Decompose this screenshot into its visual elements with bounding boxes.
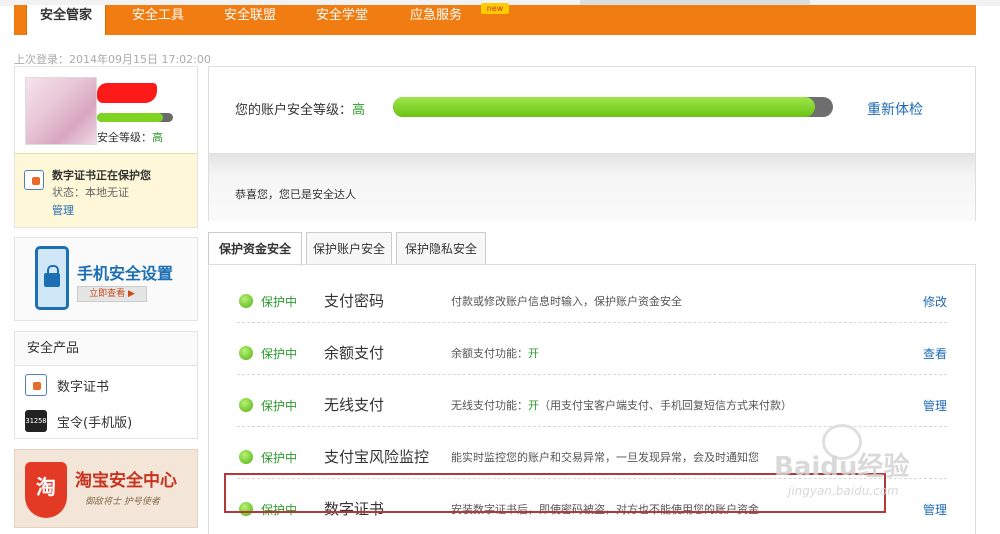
- profile-card: 安全等级：高 数字证书正在保护您 状态：本地无证 管理: [14, 66, 198, 228]
- security-products-header: 安全产品: [15, 332, 197, 366]
- nav-tab-security-tools[interactable]: 安全工具: [118, 5, 198, 35]
- list-item: 保护中 无线支付 无线支付功能：开（用支付宝客户端支付、手机回复短信方式来付款）…: [237, 375, 947, 427]
- lock-icon: [44, 265, 60, 287]
- item-description: 余额支付功能：开: [451, 345, 539, 361]
- account-level-text: 您的账户安全等级：高: [235, 99, 365, 118]
- tab-protect-privacy[interactable]: 保护隐私安全: [396, 232, 486, 265]
- nav-tab-security-school[interactable]: 安全学堂: [302, 5, 382, 35]
- account-security-bar-fill: [393, 97, 816, 117]
- item-name: 支付密码: [324, 292, 385, 310]
- item-description: 无线支付功能：开（用支付宝客户端支付、手机回复短信方式来付款）: [451, 397, 792, 413]
- taobao-security-center-banner[interactable]: 淘 淘宝安全中心 御敌将士 护号使者: [14, 449, 198, 528]
- list-item: 保护中 余额支付 余额支付功能：开 查看: [237, 323, 947, 375]
- status-text: 保护中: [261, 295, 298, 309]
- status-text: 保护中: [261, 399, 298, 413]
- certificate-state: 状态：本地无证: [52, 186, 129, 199]
- status-dot-icon: [239, 450, 253, 464]
- desc-text: 余额支付功能：: [451, 347, 528, 360]
- desc-text: 能实时监控您的账户和交易异常，一旦发现异常，会及时通知您: [451, 451, 759, 464]
- token-icon: 31258: [25, 410, 47, 432]
- watermark-title: Baidu经验: [774, 452, 910, 482]
- item-name: 无线支付: [324, 396, 385, 414]
- account-level-value: 高: [352, 103, 366, 118]
- tab-protect-account[interactable]: 保护账户安全: [306, 232, 392, 265]
- security-products-panel: 安全产品 数字证书 31258 宝令(手机版): [14, 331, 198, 439]
- recheck-link[interactable]: 重新体检: [867, 99, 923, 119]
- desc-highlight: 开: [528, 399, 539, 412]
- taobao-title: 淘宝安全中心: [75, 471, 177, 491]
- view-now-button[interactable]: 立即查看 ▶: [77, 286, 147, 302]
- account-security-bar: [393, 97, 833, 117]
- baidu-watermark: Baidu经验 jingyan.baidu.com: [760, 424, 990, 504]
- avatar[interactable]: [25, 77, 97, 145]
- phone-lock-icon: [35, 246, 69, 310]
- security-level-bar-small: [97, 113, 173, 122]
- security-level-text: 安全等级：高: [97, 129, 163, 145]
- security-level-bar-fill: [97, 113, 164, 122]
- congrats-text: 恭喜您，您已是安全达人: [235, 188, 356, 201]
- account-level-label: 您的账户安全等级：: [235, 103, 353, 118]
- status-dot-icon: [239, 294, 253, 308]
- desc-highlight: 开: [528, 347, 539, 360]
- modify-link[interactable]: 修改: [923, 293, 947, 310]
- item-name: 余额支付: [324, 344, 385, 362]
- product-label: 宝令(手机版): [57, 416, 133, 431]
- list-item: 保护中 支付密码 付款或修改账户信息时输入，保护账户资金安全 修改: [237, 271, 947, 323]
- account-security-level-panel: 您的账户安全等级：高 重新体检 恭喜您，您已是安全达人: [208, 66, 976, 221]
- shield-icon: 淘: [25, 462, 67, 518]
- certificate-notice: 数字证书正在保护您 状态：本地无证 管理: [15, 153, 197, 227]
- manage-link[interactable]: 管理: [923, 397, 947, 414]
- mobile-security-title: 手机安全设置: [77, 264, 174, 283]
- security-level-value: 高: [152, 131, 163, 144]
- desc-text: 付款或修改账户信息时输入，保护账户资金安全: [451, 295, 682, 308]
- username-redaction: [97, 83, 157, 103]
- status-dot-icon: [239, 398, 253, 412]
- item-name: 支付宝风险监控: [324, 448, 430, 466]
- product-label: 数字证书: [57, 380, 110, 395]
- tab-protect-funds[interactable]: 保护资金安全: [208, 232, 302, 266]
- nav-tab-emergency-service[interactable]: 应急服务: [394, 5, 478, 35]
- watermark-url: jingyan.baidu.com: [788, 484, 899, 498]
- nav-tab-security-alliance[interactable]: 安全联盟: [210, 5, 290, 35]
- item-description: 能实时监控您的账户和交易异常，一旦发现异常，会及时通知您: [451, 449, 759, 465]
- last-login-text: 上次登录：2014年09月15日 17:02:00: [14, 53, 211, 66]
- top-navigation: 安全管家 安全工具 安全联盟 安全学堂 应急服务 new: [14, 3, 976, 35]
- certificate-title: 数字证书正在保护您: [52, 169, 151, 182]
- digital-certificate-icon: [25, 374, 47, 396]
- security-level-label: 安全等级：: [97, 131, 152, 144]
- status-text: 保护中: [261, 347, 298, 361]
- status-text: 保护中: [261, 451, 298, 465]
- certificate-manage-link[interactable]: 管理: [52, 202, 74, 218]
- item-description: 付款或修改账户信息时输入，保护账户资金安全: [451, 293, 682, 309]
- new-badge: new: [481, 3, 509, 14]
- view-link[interactable]: 查看: [923, 345, 947, 362]
- desc-tail: （用支付宝客户端支付、手机回复短信方式来付款）: [539, 399, 792, 412]
- desc-text: 无线支付功能：: [451, 399, 528, 412]
- taobao-subtitle: 御敌将士 护号使者: [85, 497, 160, 507]
- mobile-security-banner[interactable]: 手机安全设置 立即查看 ▶: [14, 237, 198, 321]
- nav-tab-security-manager[interactable]: 安全管家: [26, 5, 106, 35]
- status-dot-icon: [239, 346, 253, 360]
- digital-certificate-icon: [24, 170, 44, 190]
